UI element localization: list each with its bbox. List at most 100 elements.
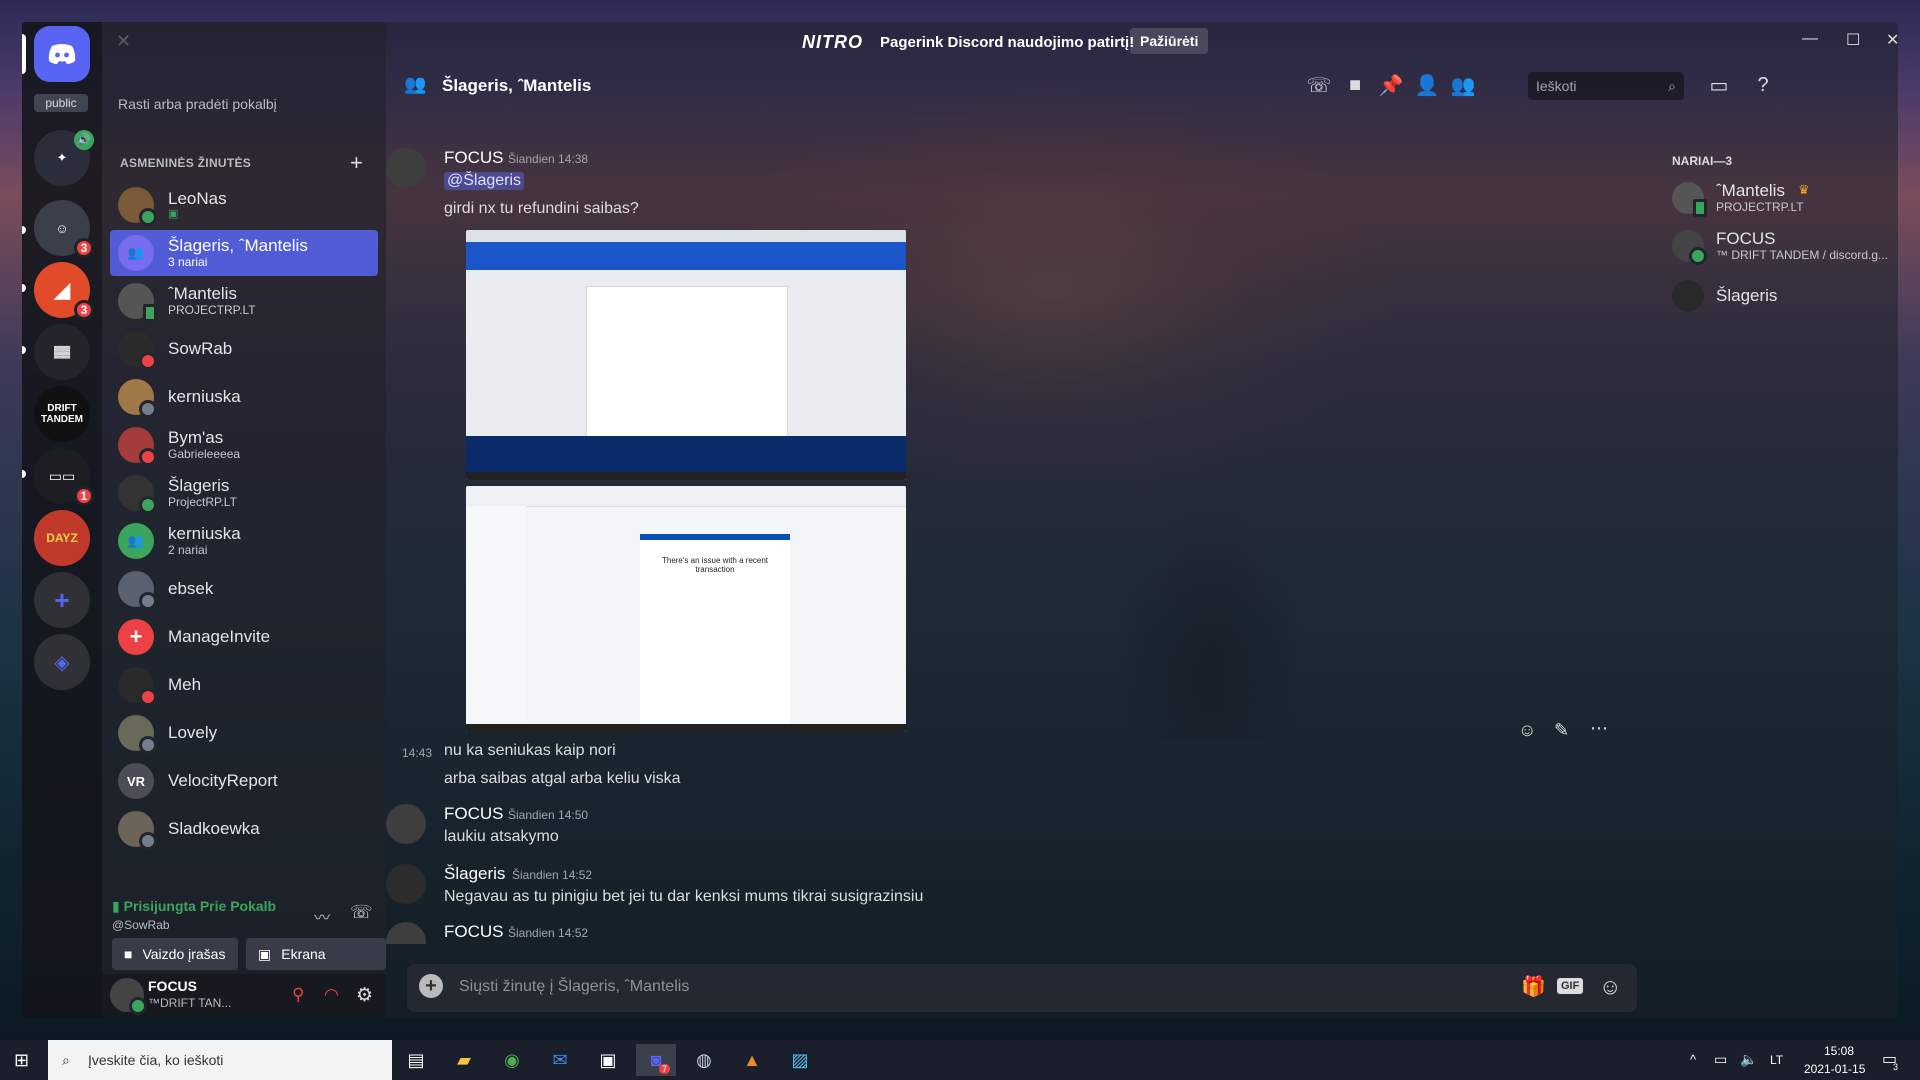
close-window-icon[interactable]: ✕ xyxy=(1886,30,1898,50)
dm-item-selected-group[interactable]: 👥 Šlageris, ˆMantelis 3 nariai xyxy=(110,230,378,276)
steam-icon[interactable]: ◍ xyxy=(684,1044,724,1076)
clock-time[interactable]: 15:08 xyxy=(1824,1044,1854,1058)
dm-item[interactable]: 👥 kerniuska 2 nariai xyxy=(110,518,378,564)
attachment-image-1[interactable] xyxy=(466,230,906,480)
member-item[interactable]: Šlageris xyxy=(1672,276,1777,316)
gift-icon[interactable]: 🎁 xyxy=(1521,974,1546,999)
tray-chevron-icon[interactable]: ^ xyxy=(1690,1052,1696,1067)
language-indicator[interactable]: LT xyxy=(1770,1053,1783,1067)
gif-button[interactable]: GIF xyxy=(1557,978,1584,994)
store-icon[interactable]: ▣ xyxy=(588,1044,628,1076)
add-server-button[interactable]: + xyxy=(34,572,90,628)
explore-servers-button[interactable]: ◈ xyxy=(34,634,90,690)
video-call-icon[interactable]: ■ xyxy=(1342,72,1368,98)
message-avatar[interactable] xyxy=(386,922,426,944)
status-offline-icon xyxy=(139,400,157,418)
server-unread-pill xyxy=(22,226,26,234)
message-text: nu ka seniukas kaip nori xyxy=(444,742,616,759)
app-orange-icon[interactable]: ▲ xyxy=(732,1044,772,1076)
server-anime[interactable]: ✦ 🔊 xyxy=(34,130,94,186)
message-author[interactable]: FOCUS xyxy=(444,804,504,824)
server-car[interactable]: ▭▭ 1 xyxy=(34,448,94,506)
search-input[interactable]: Ieškoti ⌕ xyxy=(1528,72,1684,100)
voice-status[interactable]: ▮ Prisijungta Prie Pokalb xyxy=(112,898,276,915)
noise-suppression-icon[interactable]: 〰 xyxy=(314,904,330,928)
taskbar-search-input[interactable]: ⌕ Įveskite čia, ko ieškoti xyxy=(48,1040,392,1080)
discord-home-button[interactable] xyxy=(34,26,90,82)
message-avatar[interactable] xyxy=(386,864,426,904)
file-explorer-icon[interactable]: ▰ xyxy=(444,1044,484,1076)
message-author[interactable]: FOCUS xyxy=(444,922,504,942)
member-item[interactable]: FOCUS ™ DRIFT TANDEM / discord.g... xyxy=(1672,226,1888,266)
dm-item[interactable]: Meh xyxy=(110,662,378,708)
find-conversation-button[interactable]: Rasti arba pradėti pokalbį xyxy=(118,90,370,118)
chat-title: Šlageris, ˆMantelis xyxy=(442,76,592,95)
dm-item[interactable]: ˆMantelis PROJECTRP.LT xyxy=(110,278,378,324)
volume-icon[interactable]: 🔈 xyxy=(1740,1051,1757,1068)
message-timestamp: Šiandien 14:52 xyxy=(508,926,589,940)
create-dm-plus-icon[interactable]: + xyxy=(350,150,363,176)
voice-call-icon[interactable]: ☏ xyxy=(1306,72,1332,98)
avatar xyxy=(1672,230,1707,265)
disconnect-icon[interactable]: ☏ xyxy=(350,902,373,923)
server-dayz[interactable]: DAYZ xyxy=(34,510,90,566)
avatar xyxy=(118,379,157,418)
user-avatar[interactable] xyxy=(110,978,147,1015)
message-text: arba saibas atgal arba keliu viska xyxy=(444,770,681,787)
windows-start-icon[interactable]: ⊞ xyxy=(14,1050,29,1071)
settings-gear-icon[interactable]: ⚙ xyxy=(356,984,373,1007)
message-avatar[interactable] xyxy=(386,804,426,844)
server-red-logo[interactable]: ◢ 3 xyxy=(34,262,94,320)
mail-icon[interactable]: ✉ xyxy=(540,1044,580,1076)
server-graffiti[interactable]: ▓▓ xyxy=(34,324,90,380)
clock-date[interactable]: 2021-01-15 xyxy=(1804,1062,1865,1076)
help-icon[interactable]: ? xyxy=(1750,72,1776,98)
dm-item[interactable]: ebsek xyxy=(110,566,378,612)
message-avatar[interactable] xyxy=(386,148,426,188)
dm-item[interactable]: kerniuska xyxy=(110,374,378,420)
dm-item[interactable]: + ManageInvite xyxy=(110,614,378,660)
discord-taskbar-icon[interactable]: ◙ 7 xyxy=(636,1044,676,1076)
deafen-headphones-icon[interactable]: ◠ xyxy=(324,985,339,1005)
member-item[interactable]: ˆMantelis PROJECTRP.LT ♛ xyxy=(1672,178,1810,218)
pinned-messages-icon[interactable]: 📌 xyxy=(1378,72,1404,98)
member-list-icon[interactable]: 👥 xyxy=(1450,72,1476,98)
dm-item[interactable]: Lovely xyxy=(110,710,378,756)
server-unread-pill xyxy=(22,346,26,354)
dm-item[interactable]: SowRab xyxy=(110,326,378,372)
mute-microphone-icon[interactable]: ⚲ xyxy=(292,985,304,1005)
members-title: NARIAI—3 xyxy=(1672,154,1733,168)
avatar xyxy=(118,331,157,370)
more-options-icon[interactable]: ⋯ xyxy=(1590,718,1608,739)
server-ghost[interactable]: ☺ 3 xyxy=(34,200,94,258)
edit-pencil-icon[interactable]: ✎ xyxy=(1554,720,1569,741)
network-icon[interactable]: ▭ xyxy=(1714,1051,1727,1068)
dm-item[interactable]: Šlageris ProjectRP.LT xyxy=(110,470,378,516)
dm-item[interactable]: Sladkoewka xyxy=(110,806,378,852)
message-author[interactable]: FOCUS xyxy=(444,148,504,168)
add-friend-icon[interactable]: 👤 xyxy=(1414,72,1440,98)
nitro-view-button[interactable]: Pažiūrėti xyxy=(1130,28,1209,54)
dm-item[interactable]: LeoNas ▣ xyxy=(110,182,378,228)
upload-plus-icon[interactable]: + xyxy=(419,974,443,998)
status-online-icon xyxy=(139,208,157,226)
minimize-icon[interactable]: — xyxy=(1802,30,1818,48)
screen-share-icon: ▣ xyxy=(258,945,272,962)
search-icon: ⌕ xyxy=(1668,78,1676,94)
inbox-icon[interactable]: ▭ xyxy=(1706,72,1732,98)
photos-icon[interactable]: ▨ xyxy=(780,1044,820,1076)
attachment-image-2[interactable]: There's an issue with a recent transacti… xyxy=(466,486,906,732)
chrome-icon[interactable]: ◉ xyxy=(492,1044,532,1076)
task-view-icon[interactable]: ▤ xyxy=(396,1044,436,1076)
user-mention[interactable]: @Šlageris xyxy=(444,172,525,190)
maximize-icon[interactable]: ☐ xyxy=(1846,30,1860,50)
video-button[interactable]: ■ Vaizdo įrašas xyxy=(112,938,238,970)
message-author[interactable]: Šlageris xyxy=(444,864,505,884)
server-drift-tandem[interactable]: DRIFT TANDEM xyxy=(34,386,90,442)
message-input[interactable]: Siųsti žinutę į Šlageris, ˆMantelis xyxy=(459,978,689,996)
add-reaction-icon[interactable]: ☺ xyxy=(1518,720,1536,741)
dm-item[interactable]: VR VelocityReport xyxy=(110,758,378,804)
emoji-icon[interactable]: ☺ xyxy=(1599,974,1621,1000)
screen-share-button[interactable]: ▣ Ekrana xyxy=(246,938,386,970)
dm-item[interactable]: Bym'as Gabrieleeeea xyxy=(110,422,378,468)
